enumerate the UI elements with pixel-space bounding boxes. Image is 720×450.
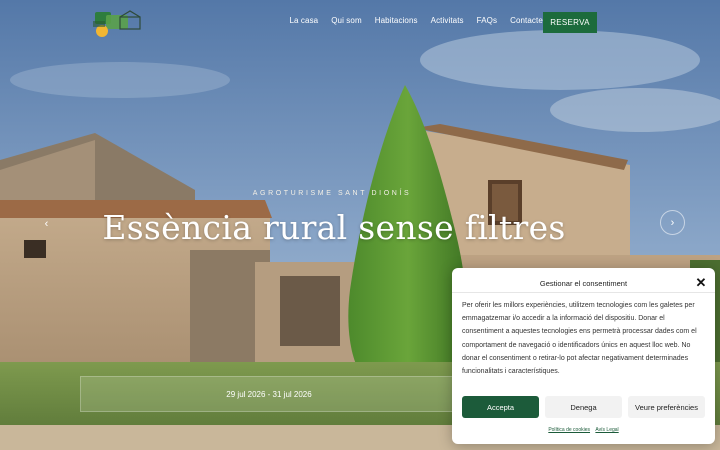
reserva-button[interactable]: RESERVA <box>543 12 597 33</box>
house-logo[interactable] <box>90 9 144 39</box>
close-icon[interactable]: ✕ <box>694 276 708 290</box>
view-preferences-button[interactable]: Veure preferències <box>628 396 705 418</box>
booking-date-picker[interactable]: 29 jul 2026 - 31 jul 2026 <box>80 376 458 412</box>
nav-item-activitats[interactable]: Activitats <box>424 16 470 25</box>
nav-item-qui-som[interactable]: Qui som <box>325 16 369 25</box>
accept-button[interactable]: Accepta <box>462 396 539 418</box>
booking-dates: 29 jul 2026 - 31 jul 2026 <box>226 389 312 399</box>
cookie-consent-dialog: Gestionar el consentiment ✕ Per oferir l… <box>452 268 715 444</box>
nav-item-faqs[interactable]: FAQs <box>470 16 503 25</box>
nav-item-la-casa[interactable]: La casa <box>283 16 325 25</box>
deny-button[interactable]: Denega <box>545 396 622 418</box>
cookie-policy-link[interactable]: Política de cookies <box>548 427 590 433</box>
consent-title: Gestionar el consentiment <box>539 279 628 288</box>
slider-next-button[interactable]: › <box>660 210 685 235</box>
house-logo-icon <box>93 10 141 37</box>
hero-title: Essència rural sense filtres <box>102 208 566 247</box>
site-header: La casa Qui som Habitacions Activitats F… <box>0 0 720 46</box>
consent-divider <box>452 292 715 293</box>
consent-body: Per oferir les millors experiències, uti… <box>462 302 697 376</box>
consent-links: Política de cookies Avís Legal <box>452 427 715 433</box>
legal-notice-link[interactable]: Avís Legal <box>595 427 618 433</box>
slider-prev-button[interactable]: ‹ <box>34 211 59 236</box>
chevron-right-icon: › <box>670 216 675 229</box>
hero-eyebrow: AGROTURISME SANT DIONÍS <box>252 190 412 197</box>
chevron-left-icon: ‹ <box>44 217 49 230</box>
nav-item-habitacions[interactable]: Habitacions <box>368 16 424 25</box>
main-nav: La casa Qui som Habitacions Activitats F… <box>283 16 549 25</box>
